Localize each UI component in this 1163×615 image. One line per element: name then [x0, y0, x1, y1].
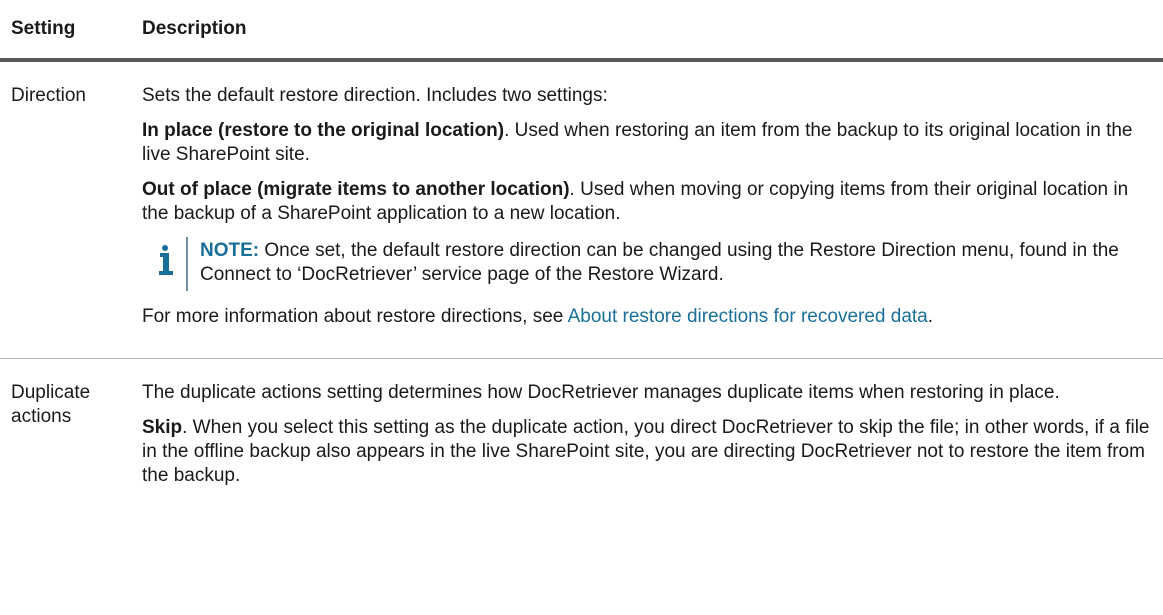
description-option-out-of-place: Out of place (migrate items to another l…	[142, 178, 1151, 226]
description-more-info: For more information about restore direc…	[142, 305, 1151, 329]
table-row-direction: Direction Sets the default restore direc…	[0, 62, 1163, 359]
info-icon	[142, 237, 186, 291]
option-text: . When you select this setting as the du…	[142, 417, 1150, 486]
header-setting: Setting	[11, 18, 76, 39]
option-title: Out of place (migrate items to another l…	[142, 179, 570, 200]
setting-name: Direction	[11, 85, 86, 106]
note-callout: NOTE: Once set, the default restore dire…	[142, 237, 1151, 291]
note-body: NOTE: Once set, the default restore dire…	[186, 237, 1151, 291]
note-label: NOTE:	[200, 240, 260, 261]
table-header: Setting Description	[0, 0, 1163, 62]
setting-name: Duplicate actions	[11, 382, 91, 427]
description-option-in-place: In place (restore to the original locati…	[142, 119, 1151, 167]
header-description: Description	[142, 18, 247, 39]
description-intro: Sets the default restore direction. Incl…	[142, 85, 608, 106]
note-text: Once set, the default restore direction …	[200, 240, 1119, 285]
description-option-skip: Skip. When you select this setting as th…	[142, 416, 1151, 488]
setting-description: The duplicate actions setting determines…	[142, 381, 1163, 499]
restore-directions-link[interactable]: About restore directions for recovered d…	[568, 306, 928, 327]
setting-description: Sets the default restore direction. Incl…	[142, 84, 1163, 340]
more-suffix: .	[927, 306, 934, 327]
settings-table: Setting Description Direction Sets the d…	[0, 0, 1163, 499]
more-prefix: For more information about restore direc…	[142, 306, 568, 327]
option-title: In place (restore to the original locati…	[142, 120, 505, 141]
description-intro: The duplicate actions setting determines…	[142, 382, 1060, 403]
table-row-duplicate-actions: Duplicate actions The duplicate actions …	[0, 359, 1163, 499]
option-title: Skip	[142, 417, 183, 438]
